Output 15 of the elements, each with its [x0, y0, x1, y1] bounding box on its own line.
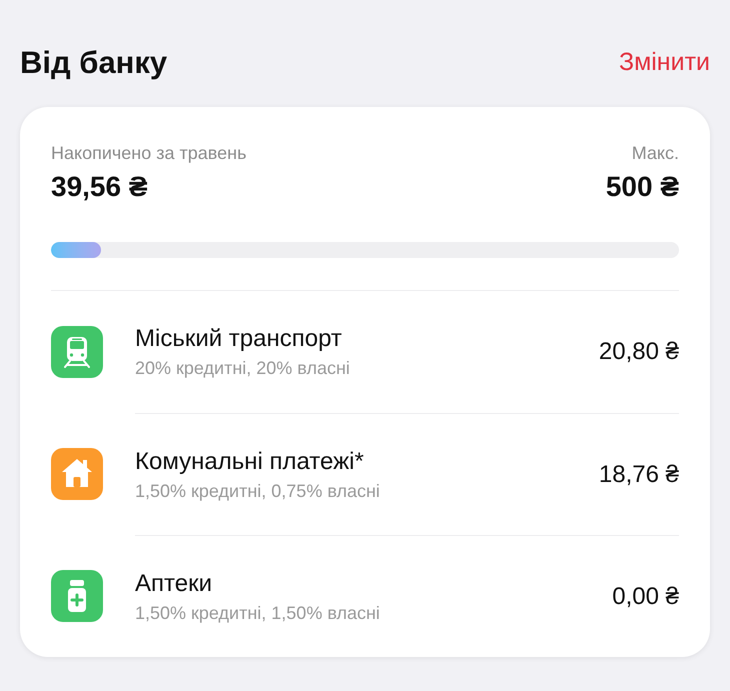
- category-rates: 1,50% кредитні, 0,75% власні: [135, 480, 380, 502]
- max-label: Макс.: [632, 142, 679, 165]
- section-title: Від банку: [20, 46, 168, 78]
- category-amount: 0,00 ₴: [612, 582, 679, 612]
- category-amount: 18,76 ₴: [598, 460, 679, 490]
- change-link[interactable]: Змінити: [618, 50, 710, 74]
- category-rates: 20% кредитні, 20% власні: [135, 357, 350, 380]
- category-amount: 20,80 ₴: [598, 337, 679, 367]
- accumulated-amount: 39,56 ₴: [51, 170, 149, 204]
- accumulated-label: Накопичено за травень: [51, 142, 246, 165]
- max-amount: 500 ₴: [606, 170, 679, 204]
- category-name: Аптеки: [135, 568, 213, 598]
- category-rates: 1,50% кредитні, 1,50% власні: [135, 602, 380, 624]
- category-name: Комунальні платежі*: [135, 446, 365, 476]
- category-name: Міський транспорт: [135, 324, 343, 354]
